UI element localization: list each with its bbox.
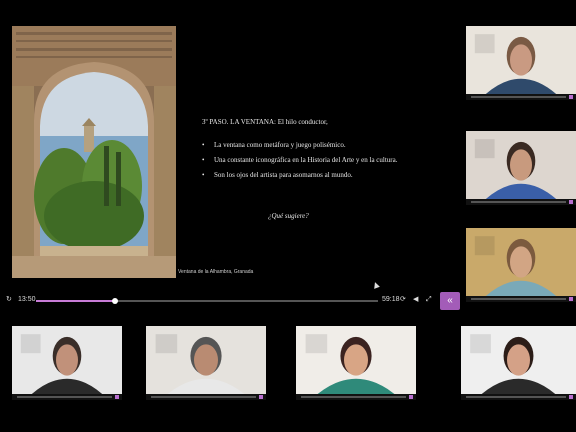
total-time: 59:18 — [382, 296, 400, 303]
webcam-feed — [461, 326, 576, 394]
video-tile-participant-7[interactable] — [461, 326, 576, 400]
tile-controls — [466, 296, 576, 302]
replay-icon[interactable]: ↻ — [6, 295, 12, 305]
tile-controls — [12, 394, 122, 400]
tile-controls — [461, 394, 576, 400]
timeline-knob[interactable] — [111, 298, 118, 304]
collapse-button[interactable]: « — [440, 292, 460, 310]
tile-progress — [466, 396, 566, 398]
video-tile-participant-2[interactable] — [466, 131, 576, 205]
tile-indicator — [569, 200, 573, 204]
tile-indicator — [569, 297, 573, 301]
tile-progress — [17, 396, 112, 398]
tile-progress — [471, 201, 566, 203]
slide-caption: Ventana de la Alhambra, Granada — [178, 269, 254, 275]
video-tile-participant-5[interactable] — [146, 326, 266, 400]
tile-progress — [151, 396, 256, 398]
slide-bullet: Una constante iconográfica en la Histori… — [200, 153, 418, 168]
webcam-feed — [466, 131, 576, 199]
tile-controls — [466, 199, 576, 205]
webcam-feed — [12, 326, 122, 394]
tile-indicator — [569, 395, 573, 399]
tile-indicator — [115, 395, 119, 399]
tile-controls — [296, 394, 416, 400]
video-tile-participant-4[interactable] — [12, 326, 122, 400]
slide-question: ¿Qué sugiere? — [268, 212, 309, 220]
elapsed-time: 13:50 — [18, 296, 36, 303]
slide-bullet-list: La ventana como metáfora y juego polisém… — [200, 138, 418, 183]
chevron-left-icon: « — [447, 295, 453, 306]
tile-progress — [471, 298, 566, 300]
tile-indicator — [569, 95, 573, 99]
video-tile-participant-6[interactable] — [296, 326, 416, 400]
tile-controls — [146, 394, 266, 400]
video-tile-participant-1[interactable] — [466, 26, 576, 100]
settings-icon[interactable]: ⟳ — [400, 295, 406, 305]
tile-indicator — [259, 395, 263, 399]
timeline-slider[interactable] — [36, 298, 378, 304]
slide-bullet: La ventana como metáfora y juego polisém… — [200, 138, 418, 153]
mouse-cursor — [372, 281, 380, 289]
tile-controls — [466, 94, 576, 100]
alhambra-window-image — [12, 26, 176, 278]
webcam-feed — [296, 326, 416, 394]
shared-slide: 3º PASO. LA VENTANA: El hilo conductor, … — [12, 26, 430, 289]
video-tile-participant-3[interactable] — [466, 228, 576, 302]
webcam-feed — [466, 228, 576, 296]
slide-heading: 3º PASO. LA VENTANA: El hilo conductor, — [202, 118, 328, 126]
tile-progress — [301, 396, 406, 398]
slide-bullet: Son los ojos del artista para asomarnos … — [200, 168, 418, 183]
tile-progress — [471, 96, 566, 98]
webcam-feed — [466, 26, 576, 94]
tile-indicator — [409, 395, 413, 399]
timeline-progress — [36, 300, 115, 302]
webcam-feed — [146, 326, 266, 394]
volume-icon[interactable]: ◀ — [413, 295, 418, 305]
fullscreen-icon[interactable]: ⤢ — [426, 295, 432, 305]
